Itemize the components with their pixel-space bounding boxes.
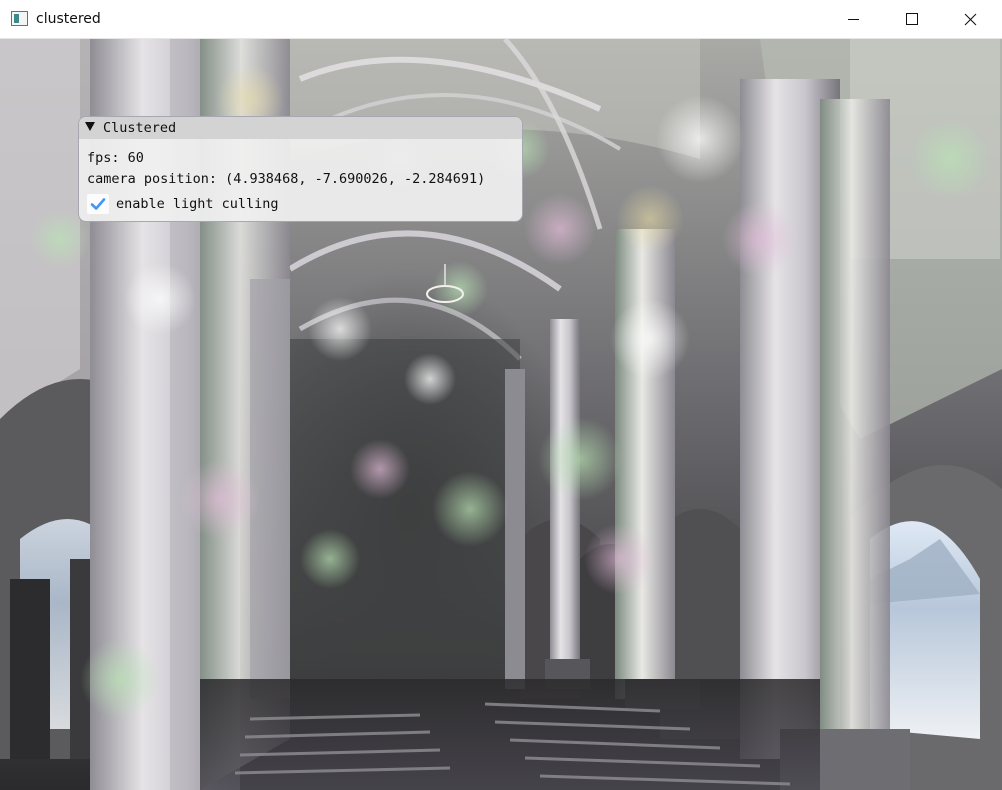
app-window-icon — [11, 11, 28, 26]
light-culling-checkbox[interactable] — [87, 194, 109, 214]
fps-readout: fps: 60 — [87, 150, 144, 166]
minimize-icon — [848, 19, 859, 20]
panel-titlebar[interactable]: Clustered — [79, 117, 522, 139]
maximize-icon — [906, 13, 918, 25]
clustered-panel[interactable]: Clustered fps: 60 camera position: (4.93… — [78, 116, 523, 222]
checkmark-icon — [90, 198, 106, 210]
close-button[interactable] — [946, 0, 992, 38]
panel-title: Clustered — [103, 120, 177, 136]
close-icon — [964, 13, 977, 26]
light-culling-checkbox-row[interactable]: enable light culling — [87, 193, 327, 215]
light-culling-label: enable light culling — [116, 196, 279, 212]
window-titlebar[interactable]: clustered — [0, 0, 1002, 39]
render-viewport[interactable]: Clustered fps: 60 camera position: (4.93… — [0, 39, 1002, 790]
window-title: clustered — [36, 11, 101, 27]
camera-position-readout: camera position: (4.938468, -7.690026, -… — [87, 171, 486, 187]
minimize-button[interactable] — [830, 0, 876, 38]
app-window: clustered Clustered fps: 60 camera posit… — [0, 0, 1002, 790]
maximize-button[interactable] — [888, 0, 934, 38]
collapse-arrow-icon[interactable] — [85, 122, 95, 131]
